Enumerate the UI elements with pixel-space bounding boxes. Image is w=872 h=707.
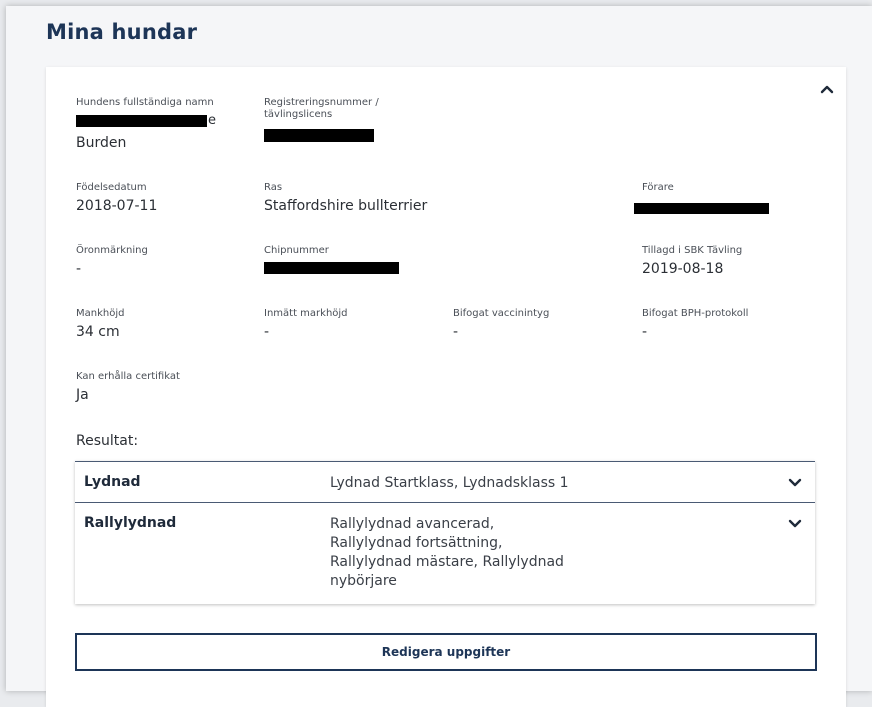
bph-field: Bifogat BPH-protokoll - [642,308,748,341]
breed-field: Ras Staffordshire bullterrier [264,182,427,215]
handler-field: Förare [642,182,674,194]
birth-date-value: 2018-07-11 [76,198,158,214]
result-class-line: Lydnad Startklass, Lydnadsklass 1 [330,475,569,491]
redacted-chip-number [264,262,399,274]
result-row-rallylydnad[interactable]: Rallylydnad Rallylydnad avancerad, Rally… [75,503,815,604]
chip-number-field: Chipnummer [264,245,329,257]
added-field: Tillagd i SBK Tävling 2019-08-18 [642,245,742,278]
reg-number-label-line2: tävlingslicens [264,109,333,120]
ear-mark-value: - [76,261,82,277]
ear-mark-label: Öronmärkning [76,245,148,256]
birth-date-label: Födelsedatum [76,182,147,193]
result-discipline: Lydnad [84,474,141,490]
breed-label: Ras [264,182,283,193]
vaccine-label: Bifogat vaccinintyg [453,308,550,319]
bph-label: Bifogat BPH-protokoll [642,308,749,319]
results-list: Lydnad Lydnad Startklass, Lydnadsklass 1… [75,461,815,604]
full-name-field: Hundens fullständiga namn [76,97,214,109]
reg-number-field: Registreringsnummer / tävlingslicens [264,97,379,121]
full-name-value-end: e [208,113,216,128]
edit-details-button[interactable]: Redigera uppgifter [75,633,817,671]
chip-number-label: Chipnummer [264,245,329,256]
redacted-handler [634,203,769,214]
ear-mark-field: Öronmärkning - [76,245,148,278]
result-row-lydnad[interactable]: Lydnad Lydnad Startklass, Lydnadsklass 1 [75,462,815,503]
collapse-button[interactable] [818,80,836,98]
result-class-line: nybörjare [330,573,397,589]
certificate-field: Kan erhålla certifikat Ja [76,371,180,404]
result-class-line: Rallylydnad fortsättning, [330,535,503,551]
certificate-label: Kan erhålla certifikat [76,371,180,382]
measured-height-label: Inmätt markhöjd [264,308,348,319]
chevron-down-icon[interactable] [787,475,803,491]
height-field: Mankhöjd 34 cm [76,308,124,341]
result-class-line: Rallylydnad avancerad, [330,516,495,532]
measured-height-field: Inmätt markhöjd - [264,308,348,341]
added-value: 2019-08-18 [642,261,724,277]
result-classes: Rallylydnad avancerad, Rallylydnad forts… [330,515,570,591]
redacted-reg-number [264,129,374,142]
vaccine-field: Bifogat vaccinintyg - [453,308,549,341]
redacted-name [76,115,207,127]
page-title: Mina hundar [46,20,198,44]
measured-height-value: - [264,324,270,340]
full-name-value-line2: Burden [76,135,127,151]
chevron-up-icon [820,85,834,94]
result-class-line: Rallylydnad mästare, Rallylydnad [330,554,564,570]
height-value: 34 cm [76,324,120,340]
result-discipline: Rallylydnad [84,515,177,531]
results-heading: Resultat: [76,433,139,449]
birth-date-field: Födelsedatum 2018-07-11 [76,182,157,215]
vaccine-value: - [453,324,459,340]
full-name-label: Hundens fullständiga namn [76,97,214,108]
breed-value: Staffordshire bullterrier [264,198,428,214]
handler-label: Förare [642,182,674,193]
result-classes: Lydnad Startklass, Lydnadsklass 1 [330,474,690,493]
certificate-value: Ja [76,387,89,403]
chevron-down-icon[interactable] [787,516,803,532]
bph-value: - [642,324,648,340]
height-label: Mankhöjd [76,308,125,319]
added-label: Tillagd i SBK Tävling [642,245,743,256]
reg-number-label-line1: Registreringsnummer / [264,97,379,108]
